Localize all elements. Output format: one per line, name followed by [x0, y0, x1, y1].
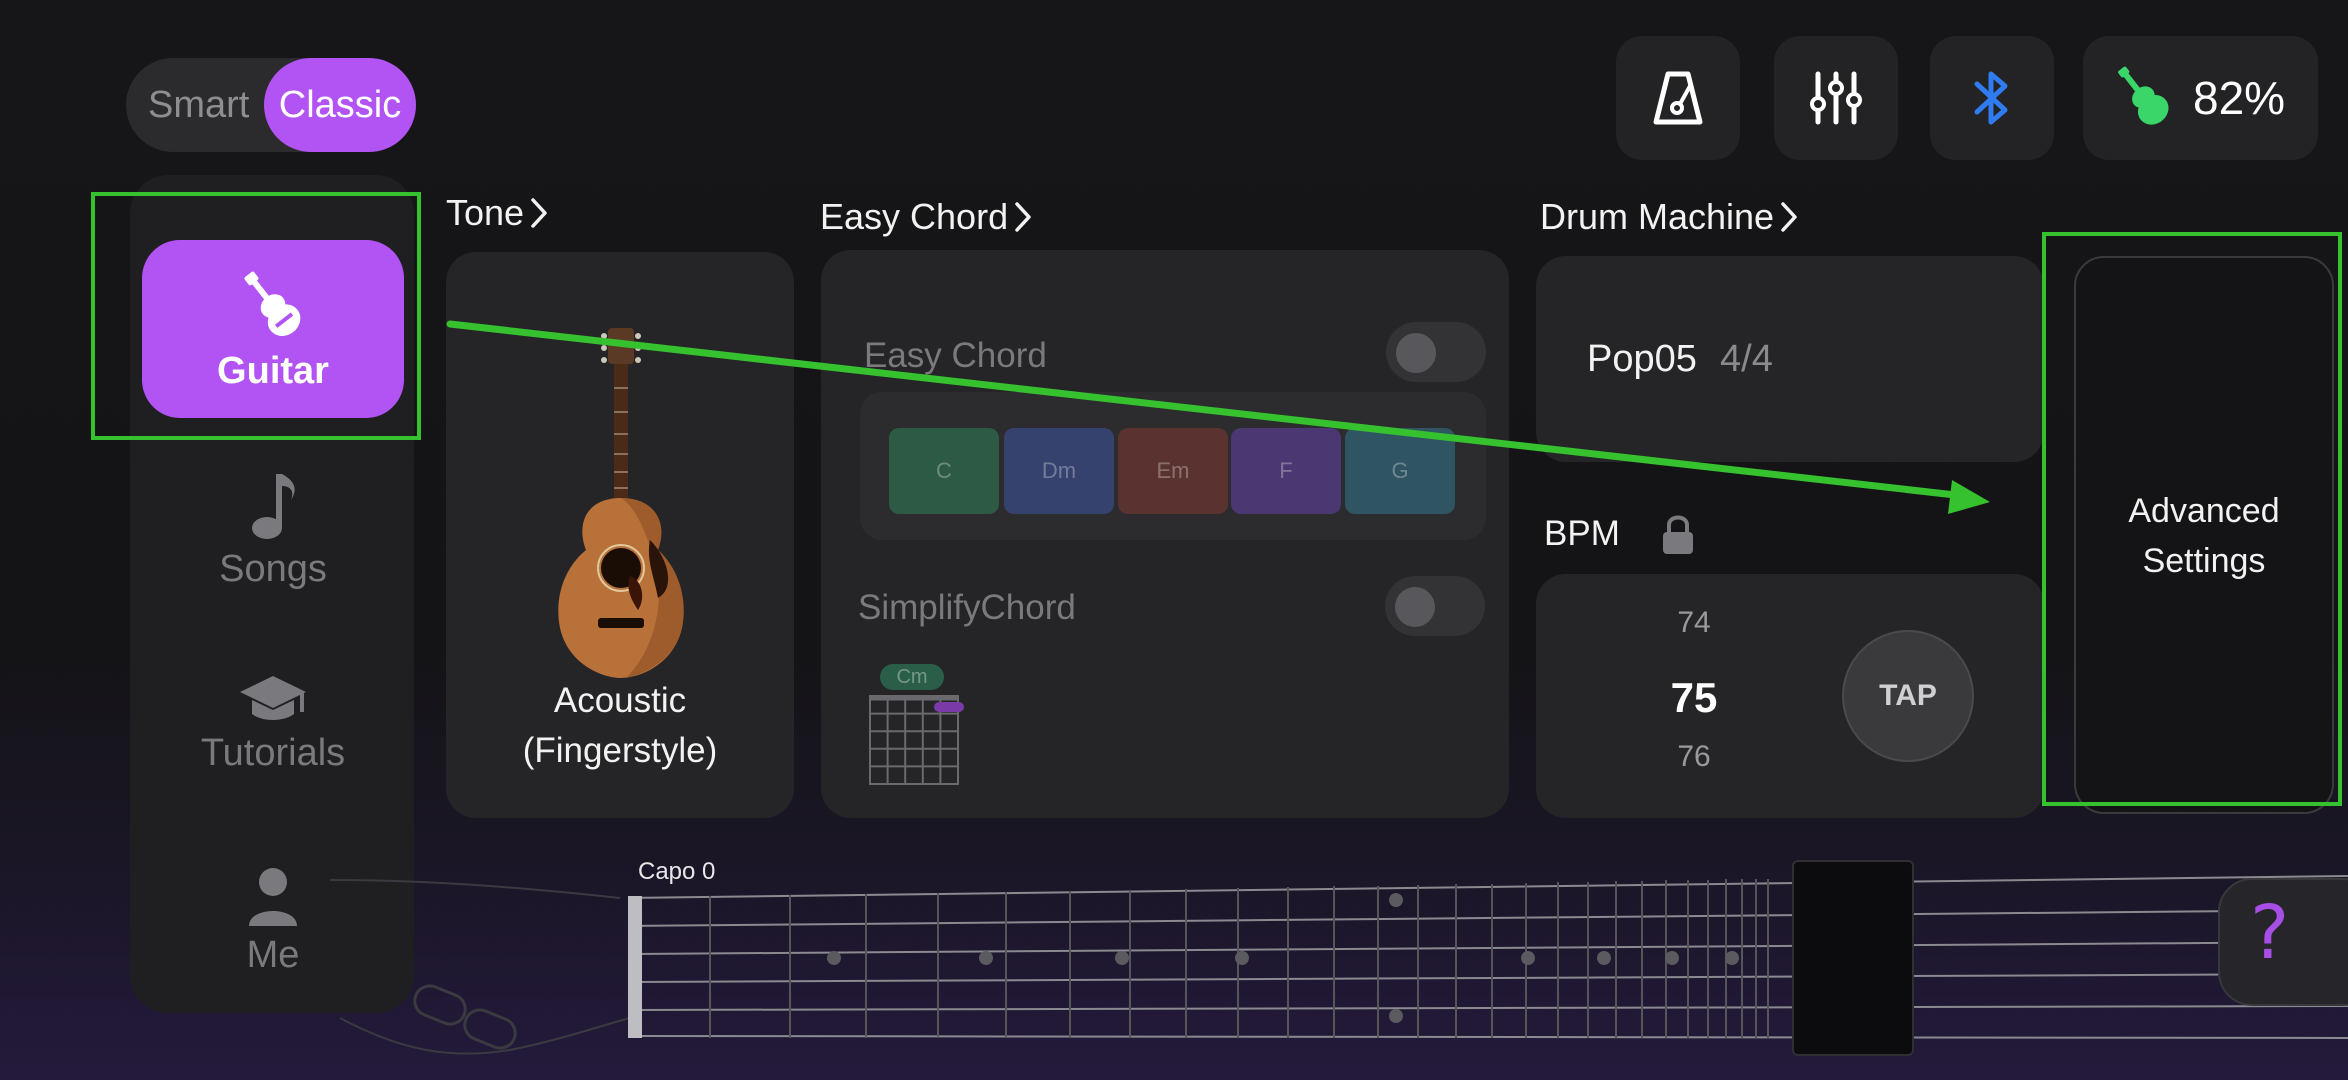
annotation-arrow — [446, 320, 1990, 514]
